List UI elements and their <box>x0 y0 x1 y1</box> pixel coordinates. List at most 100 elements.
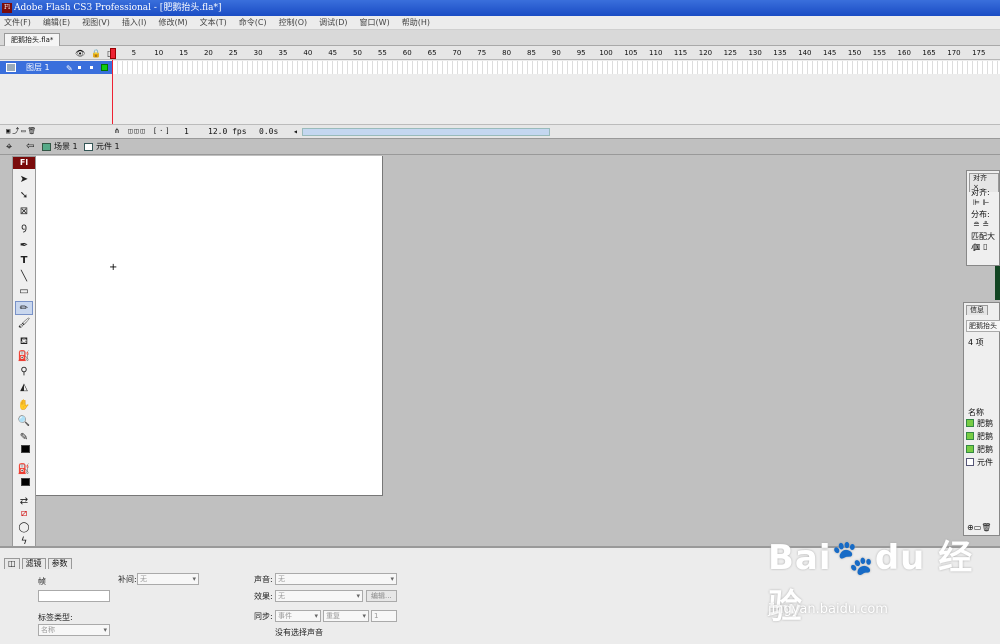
current-frame: 1 <box>184 127 189 136</box>
brush-tool-icon[interactable]: 🖌 <box>15 317 33 331</box>
document-tab[interactable]: 肥鹅抬头.fla* <box>4 33 61 46</box>
ruler-tick: 145 <box>822 49 837 57</box>
tab-parameters[interactable]: 参数 <box>47 558 72 569</box>
menu-insert[interactable]: 插入(I) <box>122 16 147 29</box>
repeat-count-input[interactable]: 1 <box>371 610 397 622</box>
label-type-select[interactable]: 名称 <box>38 624 110 636</box>
library-item[interactable]: 肥鹅 <box>966 432 993 442</box>
menu-text[interactable]: 文本(T) <box>200 16 227 29</box>
text-tool-icon[interactable]: T <box>15 254 33 268</box>
sound-label: 声音: <box>254 575 273 584</box>
back-arrow-icon[interactable]: ⇦ <box>26 139 34 155</box>
line-tool-icon[interactable]: ╲ <box>15 270 33 284</box>
library-item[interactable]: 肥鹅 <box>966 419 993 429</box>
baidu-watermark: Bai🐾du 经验 jingyan.baidu.com <box>768 530 1000 628</box>
menu-edit[interactable]: 编辑(E) <box>43 16 70 29</box>
ruler-tick: 55 <box>377 49 387 57</box>
ruler-tick: 35 <box>278 49 288 57</box>
stage-canvas[interactable] <box>34 156 383 496</box>
tab-properties-icon[interactable]: ◫ <box>4 558 20 569</box>
library-item[interactable]: 元件 <box>966 458 993 468</box>
ruler-tick: 75 <box>477 49 487 57</box>
align-panel: 对齐 × 对齐: ⊫ ⊩ 分布: ≘ ≗ 匹配大小 ▥ ▯ <box>966 170 1000 266</box>
outline-color-square[interactable] <box>101 64 108 71</box>
flash-window: { "window": {"title": "Adobe Flash CS3 P… <box>0 0 1000 644</box>
library-name-header[interactable]: 名称 <box>968 407 984 418</box>
fill-bucket-icon[interactable]: ⛽ <box>15 463 33 477</box>
effect-label: 效果: <box>254 592 273 601</box>
sound-select[interactable]: 无 <box>275 573 397 585</box>
hand-tool-icon[interactable]: ✋ <box>15 399 33 413</box>
frame-ruler[interactable]: 1510152025303540455055606570758085909510… <box>112 46 1000 60</box>
visibility-dot[interactable] <box>78 66 81 69</box>
breadcrumb-scene[interactable]: 场景 1 <box>54 139 78 155</box>
library-document-select[interactable]: 肥鹅抬头 <box>966 320 1000 332</box>
eye-icon[interactable]: 👁 <box>75 49 85 58</box>
breadcrumb-symbol[interactable]: 元件 1 <box>96 139 120 155</box>
layer-row[interactable]: 图层 1 ✎ <box>0 61 112 74</box>
zoom-tool-icon[interactable]: 🔍 <box>15 415 33 429</box>
pencil-tool-icon[interactable]: ✏ <box>15 301 33 315</box>
ink-bottle-tool-icon[interactable]: ⛾ <box>15 335 33 349</box>
ruler-tick: 135 <box>773 49 787 57</box>
layer-buttons[interactable]: ▣⤴▭🗑 <box>6 125 38 138</box>
ruler-tick: 150 <box>847 49 862 57</box>
eyedropper-tool-icon[interactable]: ⚲ <box>15 365 33 379</box>
window-title: Adobe Flash CS3 Professional - [肥鹅抬头.fla… <box>14 3 222 13</box>
ruler-tick: 10 <box>154 49 164 57</box>
effect-select[interactable]: 无 <box>275 590 363 602</box>
menu-help[interactable]: 帮助(H) <box>402 16 430 29</box>
menu-window[interactable]: 窗口(W) <box>360 16 390 29</box>
selection-tool-icon[interactable]: ➤ <box>15 173 33 187</box>
subselection-tool-icon[interactable]: ➘ <box>15 189 33 203</box>
free-transform-tool-icon[interactable]: ⊠ <box>15 205 33 219</box>
frame-name-input[interactable] <box>38 590 110 602</box>
symbol-icon <box>84 143 93 151</box>
frame-label: 帧 <box>38 577 46 586</box>
paint-bucket-tool-icon[interactable]: ⛽ <box>15 350 33 364</box>
no-color-icon[interactable]: ⧄ <box>15 507 33 521</box>
object-drawing-icon[interactable]: ◯ <box>15 521 33 535</box>
distribute-buttons[interactable]: ≘ ≗ <box>973 220 989 229</box>
sync-select[interactable]: 事件 <box>275 610 321 622</box>
menu-modify[interactable]: 修改(M) <box>158 16 187 29</box>
rectangle-tool-icon[interactable]: ▭ <box>15 285 33 299</box>
menu-control[interactable]: 控制(O) <box>279 16 308 29</box>
stroke-color-pencil-icon[interactable]: ✎ <box>15 431 33 445</box>
onion-skin-buttons[interactable]: ⋔ ◫◫◫ [·] <box>114 125 172 138</box>
library-item[interactable]: 肥鹅 <box>966 445 993 455</box>
ruler-tick: 160 <box>897 49 911 57</box>
stage-icon[interactable]: ⌖ <box>6 141 12 153</box>
lock-icon[interactable]: 🔒 <box>91 49 101 58</box>
flash-logo: Fl <box>13 157 35 169</box>
lock-dot[interactable] <box>90 66 93 69</box>
menu-view[interactable]: 视图(V) <box>82 16 110 29</box>
frame-cells[interactable] <box>113 61 1000 74</box>
menu-debug[interactable]: 调试(D) <box>319 16 347 29</box>
bitmap-icon <box>966 445 974 453</box>
eraser-tool-icon[interactable]: ◭ <box>15 381 33 395</box>
menu-file[interactable]: 文件(F) <box>4 16 31 29</box>
stroke-color-swatch[interactable] <box>21 445 30 453</box>
menu-commands[interactable]: 命令(C) <box>239 16 267 29</box>
ruler-tick: 15 <box>179 49 189 57</box>
info-panel-tab[interactable]: 信息 <box>966 305 988 315</box>
pen-tool-icon[interactable]: ✒ <box>15 239 33 253</box>
tween-select[interactable]: 无 <box>137 573 199 585</box>
lasso-tool-icon[interactable]: ꝯ <box>15 221 33 235</box>
playhead[interactable] <box>110 48 116 59</box>
ruler-tick: 40 <box>303 49 313 57</box>
align-buttons[interactable]: ⊫ ⊩ <box>973 198 989 207</box>
repeat-select[interactable]: 重复 <box>323 610 369 622</box>
fill-color-swatch[interactable] <box>21 478 30 486</box>
ruler-tick: 110 <box>649 49 663 57</box>
tab-filters[interactable]: 滤镜 <box>21 558 46 569</box>
match-size-buttons[interactable]: ▥ ▯ <box>973 242 988 251</box>
scroll-left-icon[interactable]: ◂ <box>293 125 298 138</box>
ruler-tick: 125 <box>723 49 737 57</box>
ruler-tick: 60 <box>402 49 412 57</box>
timeline-scrollbar[interactable] <box>302 128 550 136</box>
document-tab-bar: 肥鹅抬头.fla* <box>0 30 1000 46</box>
edit-sound-button[interactable]: 编辑... <box>366 590 397 602</box>
ruler-tick: 170 <box>947 49 961 57</box>
